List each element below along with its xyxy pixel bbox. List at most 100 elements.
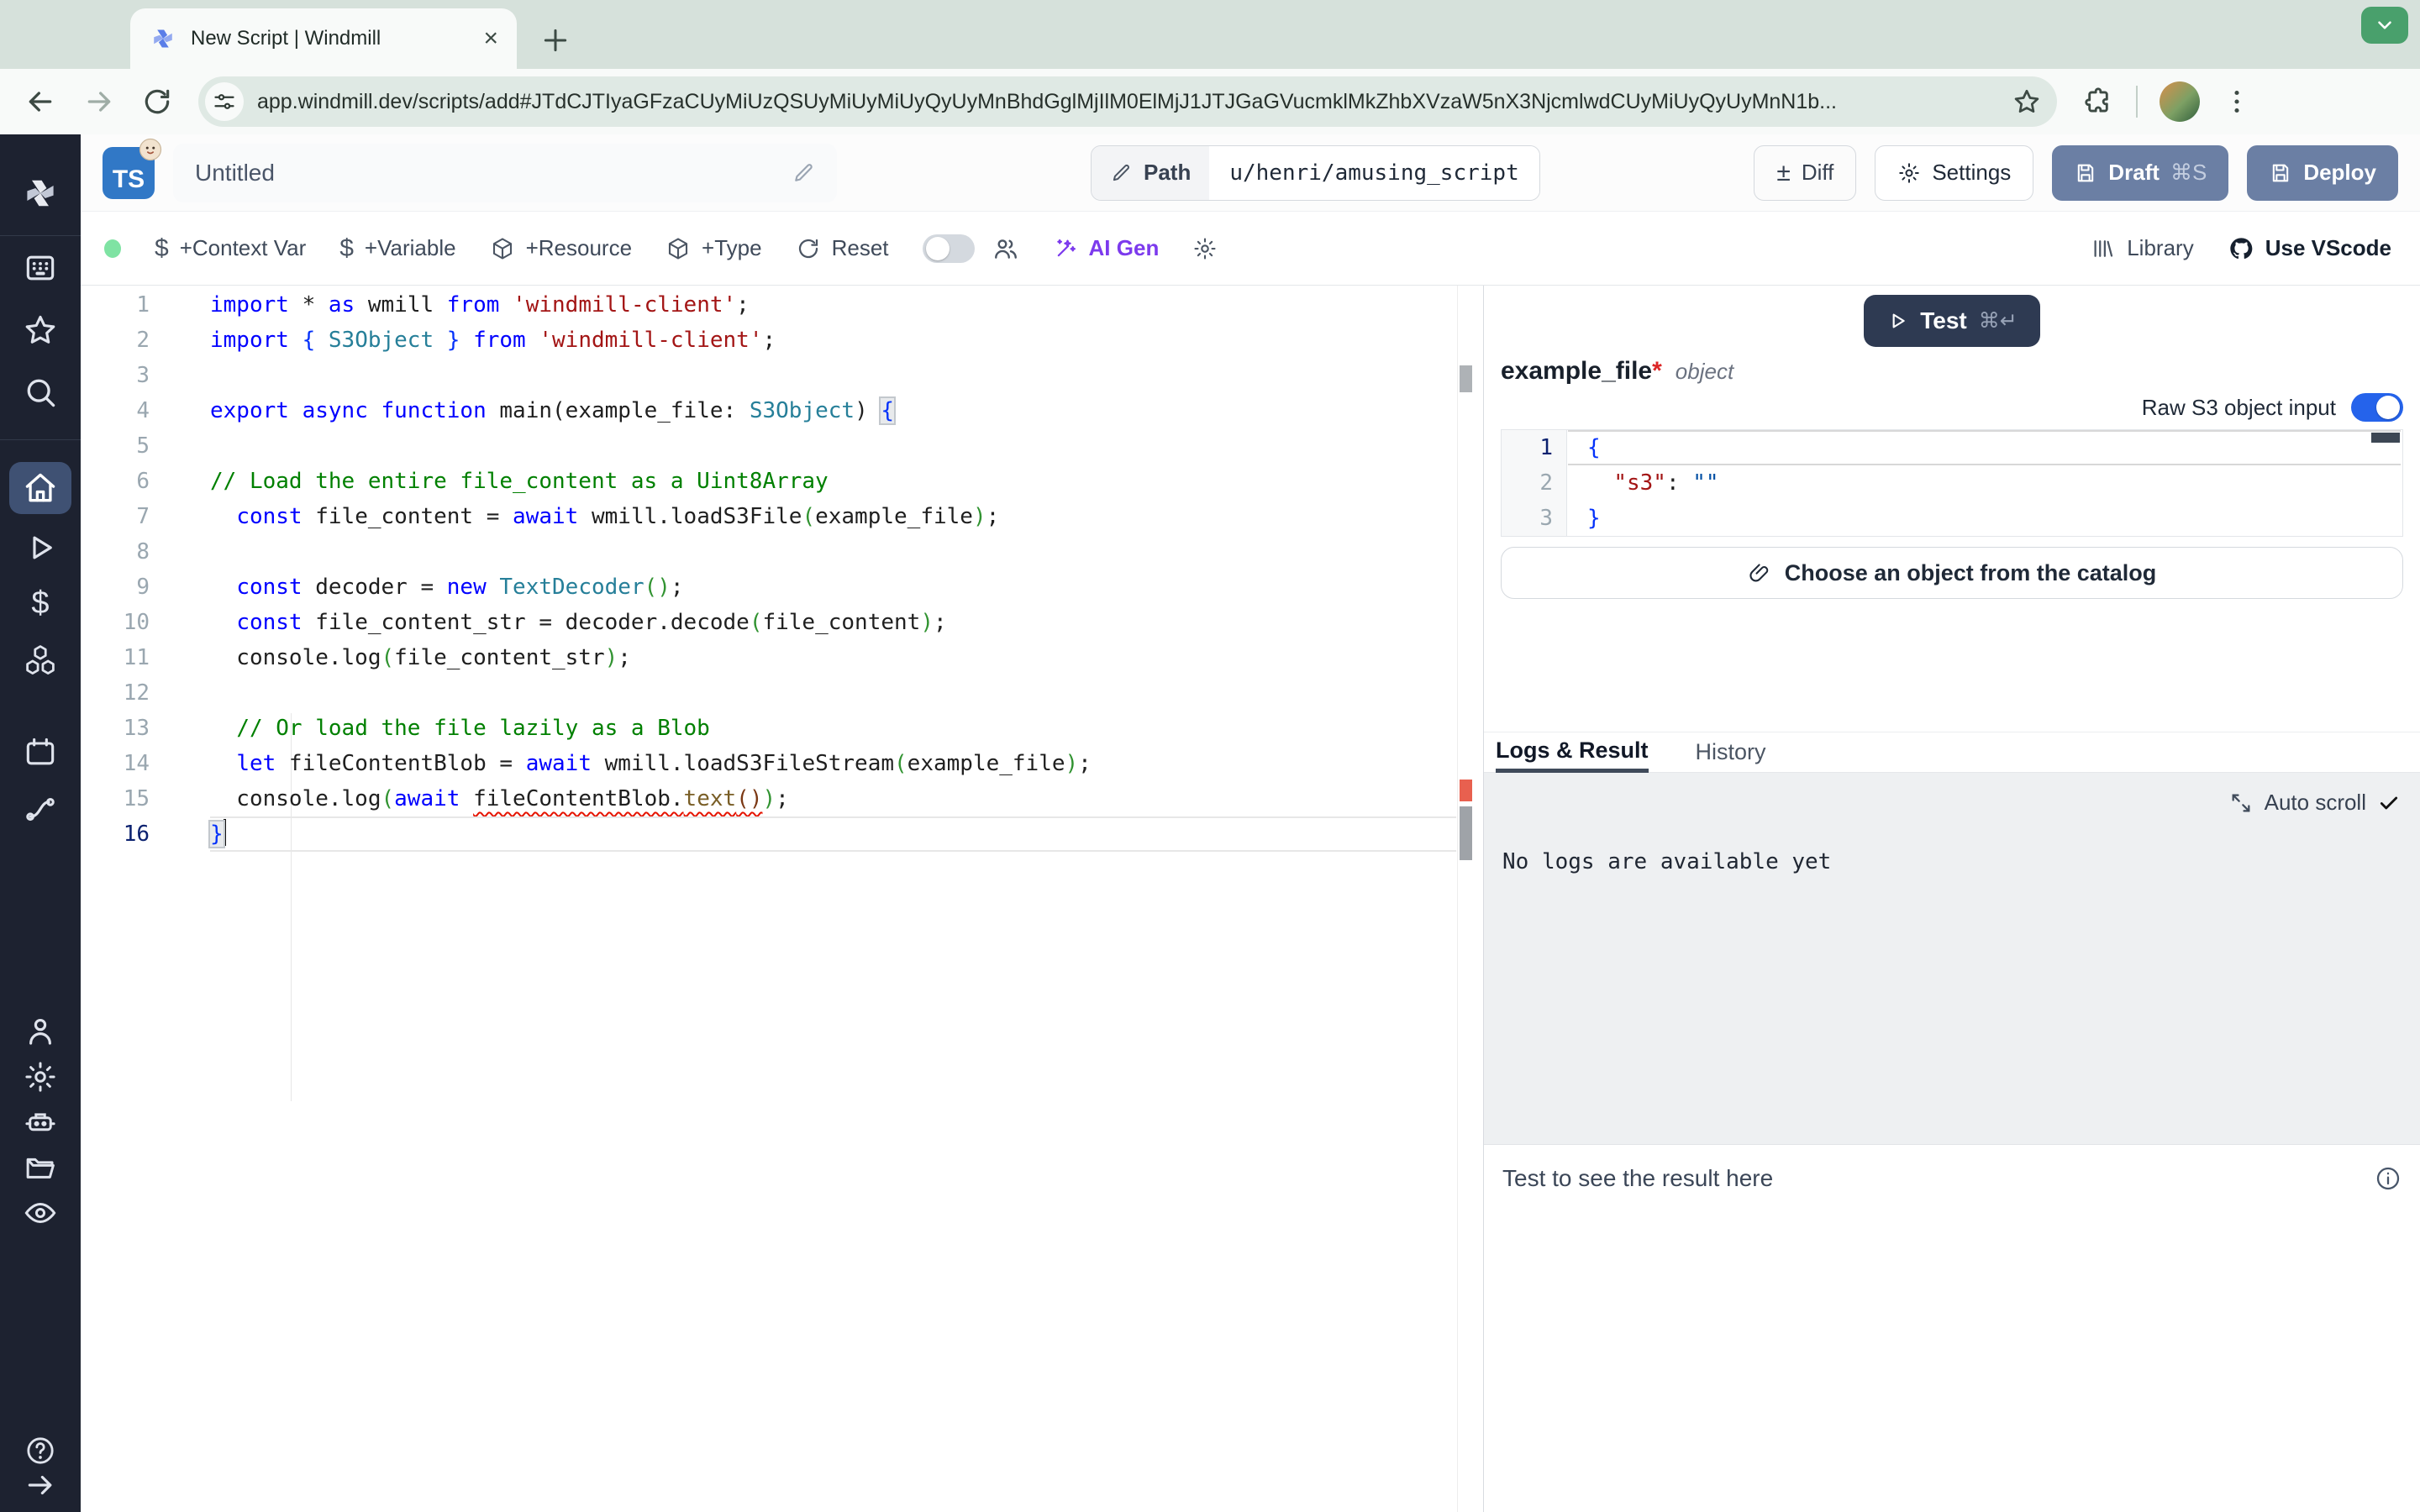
sidebar-item-variables[interactable]: $ [10, 583, 71, 623]
line-number: 9 [81, 570, 150, 605]
new-tab-button[interactable] [539, 24, 572, 57]
path-label-segment[interactable]: Path [1092, 146, 1209, 200]
browser-profile-dropdown-button[interactable] [2361, 7, 2408, 44]
users-icon [992, 235, 1019, 262]
divider [0, 235, 81, 236]
editor-settings-button[interactable] [1192, 236, 1218, 261]
check-icon[interactable] [2378, 792, 2400, 814]
path-group[interactable]: Path u/henri/amusing_script [1091, 145, 1540, 201]
url-bar[interactable]: app.windmill.dev/scripts/add#JTdCJTIyaGF… [198, 76, 2057, 127]
sidebar-item-user[interactable] [10, 1013, 71, 1050]
forward-icon[interactable] [82, 85, 116, 118]
kebab-menu-icon[interactable] [2222, 87, 2252, 117]
line-number: 3 [1502, 501, 1567, 536]
sidebar-item-flows[interactable] [10, 790, 71, 830]
choose-object-button[interactable]: Choose an object from the catalog [1501, 547, 2403, 599]
code-line[interactable]: 1import * as wmill from 'windmill-client… [81, 287, 1483, 323]
site-settings-icon[interactable] [205, 82, 244, 121]
expand-icon[interactable] [2229, 791, 2253, 815]
deploy-button[interactable]: Deploy [2247, 145, 2398, 201]
line-number: 13 [81, 711, 150, 746]
raw-s3-toggle[interactable] [2351, 393, 2403, 422]
sidebar-item-search[interactable] [10, 372, 71, 412]
code-line[interactable]: 1{ [1502, 430, 2402, 465]
use-vscode-button[interactable]: Use VScode [2228, 235, 2391, 262]
sidebar-collapse-button[interactable] [10, 1468, 71, 1502]
reset-button[interactable]: Reset [796, 235, 889, 261]
code-line[interactable]: 8 [81, 534, 1483, 570]
code-line[interactable]: 3} [1502, 501, 2402, 536]
add-resource-button[interactable]: +Resource [490, 235, 632, 261]
script-title-field[interactable]: Untitled [173, 144, 837, 202]
code-line[interactable]: 6// Load the entire file_content as a Ui… [81, 464, 1483, 499]
code-line[interactable]: 12 [81, 675, 1483, 711]
code-line[interactable]: 15 console.log(await fileContentBlob.tex… [81, 781, 1483, 816]
code-line[interactable]: 2import { S3Object } from 'windmill-clie… [81, 323, 1483, 358]
star-icon [22, 312, 59, 349]
code-line[interactable]: 11 console.log(file_content_str); [81, 640, 1483, 675]
argument-json-editor[interactable]: 1{2 "s3": ""3} [1501, 429, 2403, 537]
code-line[interactable]: 5 [81, 428, 1483, 464]
extensions-icon[interactable] [2082, 86, 2114, 118]
browser-toolbar: app.windmill.dev/scripts/add#JTdCJTIyaGF… [0, 69, 2420, 134]
windmill-logo [10, 171, 71, 215]
path-value[interactable]: u/henri/amusing_script [1209, 146, 1539, 200]
line-number: 7 [81, 499, 150, 534]
sidebar-item-audit[interactable] [10, 1194, 71, 1231]
tab-history[interactable]: History [1696, 732, 1766, 772]
code-line[interactable]: 4export async function main(example_file… [81, 393, 1483, 428]
sidebar-item-favorites[interactable] [10, 310, 71, 350]
back-icon[interactable] [24, 85, 57, 118]
sidebar-item-apps[interactable] [10, 248, 71, 288]
code-editor[interactable]: 1import * as wmill from 'windmill-client… [81, 286, 1483, 1512]
sidebar-item-home[interactable] [9, 462, 71, 514]
line-number: 3 [81, 358, 150, 393]
avatar[interactable] [2160, 81, 2200, 122]
sidebar-item-folders[interactable] [10, 1149, 71, 1186]
code-line[interactable]: 14 let fileContentBlob = await wmill.loa… [81, 746, 1483, 781]
kid-emoji-icon [138, 137, 163, 162]
person-icon [23, 1014, 58, 1049]
code-line[interactable]: 16} [81, 816, 1483, 852]
test-button[interactable]: Test ⌘↵ [1864, 295, 2040, 347]
add-type-button[interactable]: +Type [666, 235, 762, 261]
code-line[interactable]: 10 const file_content_str = decoder.deco… [81, 605, 1483, 640]
sidebar-item-workers[interactable] [10, 1104, 71, 1141]
line-number: 5 [81, 428, 150, 464]
code-line[interactable]: 3 [81, 358, 1483, 393]
gear-icon [1192, 236, 1218, 261]
auto-scroll-label[interactable]: Auto scroll [2265, 790, 2366, 816]
line-number: 6 [81, 464, 150, 499]
sidebar-item-runs[interactable] [10, 528, 71, 568]
play-icon [1886, 310, 1908, 332]
script-header: TS Untitled Path [81, 134, 2420, 212]
diff-button[interactable]: ± Diff [1754, 145, 1856, 201]
sidebar-item-schedules[interactable] [10, 732, 71, 773]
sidebar-item-help[interactable] [10, 1433, 71, 1468]
settings-button[interactable]: Settings [1875, 145, 2033, 201]
browser-tab[interactable]: New Script | Windmill × [130, 8, 517, 69]
ai-gen-button[interactable]: AI Gen [1053, 235, 1160, 261]
code-line[interactable]: 9 const decoder = new TextDecoder(); [81, 570, 1483, 605]
add-variable-button[interactable]: $ +Variable [339, 234, 455, 263]
tab-logs-result[interactable]: Logs & Result [1496, 732, 1649, 773]
sidebar-item-resources[interactable] [10, 640, 71, 680]
sidebar-item-settings[interactable] [10, 1058, 71, 1095]
collab-toggle[interactable] [923, 234, 975, 263]
tab-close-icon[interactable]: × [483, 26, 498, 51]
line-number: 12 [81, 675, 150, 711]
draft-button[interactable]: Draft ⌘S [2052, 145, 2228, 201]
reload-icon[interactable] [141, 86, 173, 118]
code-line[interactable]: 7 const file_content = await wmill.loadS… [81, 499, 1483, 534]
code-line[interactable]: 13 // Or load the file lazily as a Blob [81, 711, 1483, 746]
edit-pencil-icon[interactable] [792, 161, 815, 185]
library-button[interactable]: Library [2091, 235, 2193, 261]
route-icon [22, 791, 59, 828]
info-icon[interactable] [2375, 1165, 2402, 1192]
add-context-var-button[interactable]: $ +Context Var [155, 234, 306, 263]
logs-area: Auto scroll No logs are available yet [1484, 773, 2420, 1145]
code-line[interactable]: 2 "s3": "" [1502, 465, 2402, 501]
bookmark-star-icon[interactable] [2012, 87, 2042, 117]
package-icon [666, 236, 691, 261]
browser-tab-strip: New Script | Windmill × [0, 0, 2420, 69]
